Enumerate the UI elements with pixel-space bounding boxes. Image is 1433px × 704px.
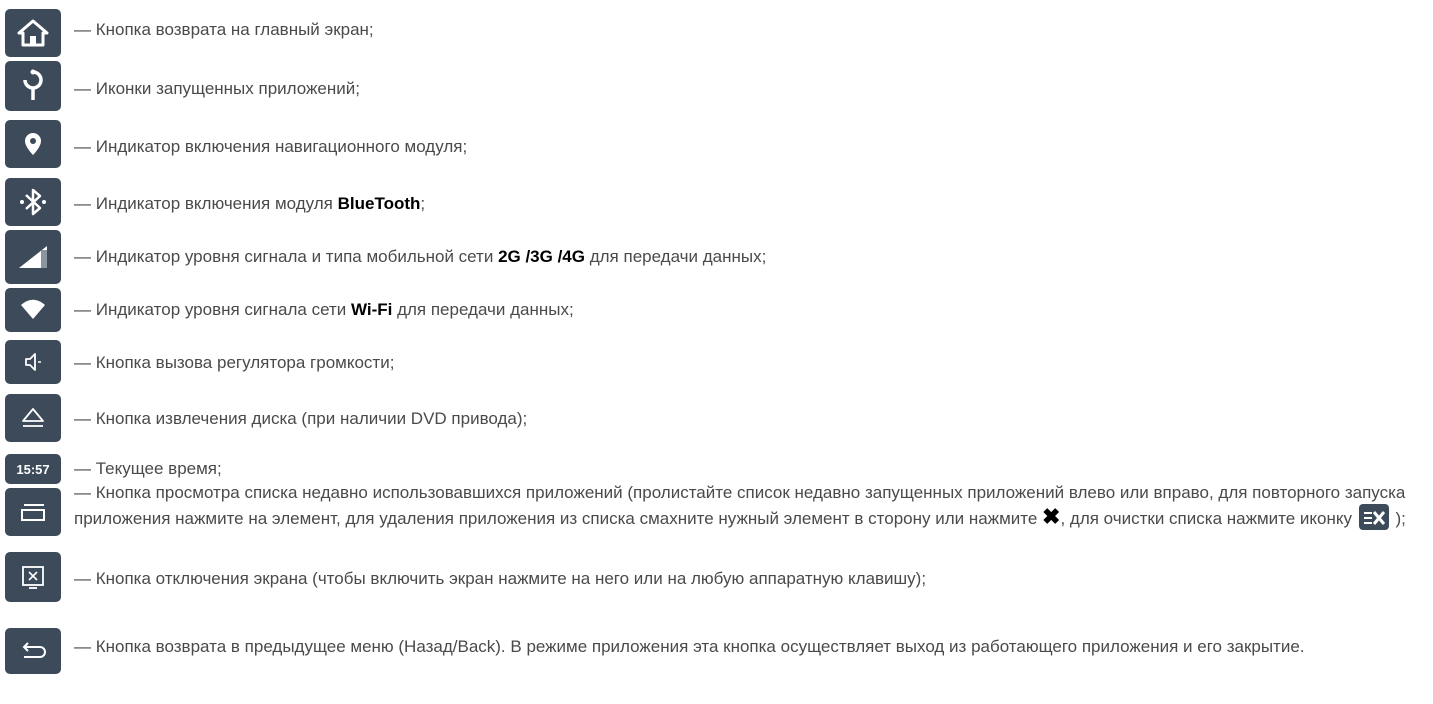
wifi-highlight: Wi-Fi bbox=[350, 300, 393, 319]
recent-apps-text-middle: , для очистки списка нажмите иконку bbox=[1060, 509, 1357, 528]
eject-icon bbox=[22, 408, 44, 427]
clock-tile: 15:57 bbox=[5, 454, 61, 484]
recent-apps-icon bbox=[21, 504, 45, 521]
cellular-text-after: для передачи данных; bbox=[585, 247, 767, 266]
recent-apps-button[interactable] bbox=[5, 488, 61, 536]
screen-off-button[interactable] bbox=[5, 552, 61, 602]
cellular-description: — Индикатор уровня сигнала и типа мобиль… bbox=[74, 246, 766, 268]
eject-description: — Кнопка извлечения диска (при наличии D… bbox=[74, 409, 528, 428]
volume-icon bbox=[25, 353, 41, 371]
wifi-text-after: для передачи данных; bbox=[392, 300, 574, 319]
bluetooth-text-after: ; bbox=[420, 194, 426, 213]
volume-description: — Кнопка вызова регулятора громкости; bbox=[74, 353, 395, 372]
wifi-description: — Индикатор уровня сигнала сети Wi-Fi дл… bbox=[74, 299, 574, 321]
wifi-icon bbox=[21, 299, 45, 319]
running-app-button[interactable] bbox=[5, 61, 61, 111]
wifi-indicator bbox=[5, 288, 61, 332]
cellular-highlight: 2G /3G /4G bbox=[498, 247, 585, 266]
back-description: — Кнопка возврата в предыдущее меню (Наз… bbox=[74, 637, 1305, 656]
location-description: — Индикатор включения навигационного мод… bbox=[74, 137, 468, 156]
running-app-icon bbox=[23, 69, 43, 100]
volume-button[interactable] bbox=[5, 340, 61, 384]
home-icon bbox=[17, 19, 49, 47]
bluetooth-icon bbox=[20, 188, 46, 216]
bluetooth-description: — Индикатор включения модуля BlueTooth; bbox=[74, 193, 425, 215]
screen-off-icon bbox=[22, 566, 44, 589]
cellular-indicator bbox=[5, 230, 61, 284]
close-x-icon: ✖ bbox=[1042, 504, 1061, 529]
screen-off-description: — Кнопка отключения экрана (чтобы включи… bbox=[74, 569, 927, 588]
back-button[interactable] bbox=[5, 628, 61, 674]
recent-apps-text-after: ); bbox=[1390, 509, 1406, 528]
bluetooth-highlight: BlueTooth bbox=[337, 194, 421, 213]
running-apps-description: — Иконки запущенных приложений; bbox=[74, 79, 360, 98]
time-description: — Текущее время; bbox=[74, 459, 222, 478]
back-icon bbox=[22, 642, 46, 658]
home-button[interactable] bbox=[5, 9, 61, 57]
bluetooth-text-before: — Индикатор включения модуля bbox=[74, 194, 338, 213]
location-pin-icon bbox=[25, 133, 41, 155]
wifi-text-before: — Индикатор уровня сигнала сети bbox=[74, 300, 351, 319]
eject-button[interactable] bbox=[5, 394, 61, 442]
home-description: — Кнопка возврата на главный экран; bbox=[74, 20, 374, 39]
clear-list-icon bbox=[1358, 504, 1389, 530]
cellular-text-before: — Индикатор уровня сигнала и типа мобиль… bbox=[74, 247, 499, 266]
recent-apps-description: — Кнопка просмотра списка недавно исполь… bbox=[74, 482, 1424, 530]
location-indicator bbox=[5, 120, 61, 168]
cellular-signal-icon bbox=[19, 246, 47, 268]
bluetooth-indicator bbox=[5, 178, 61, 226]
